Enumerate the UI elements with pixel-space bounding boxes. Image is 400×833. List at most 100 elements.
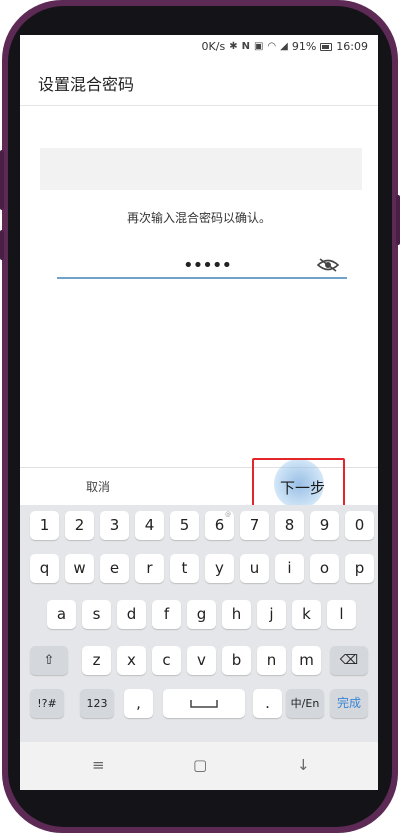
key-label: i [287,559,292,577]
key-v[interactable]: v [187,646,216,675]
key-label: 1 [39,516,50,534]
key-label: n [266,651,277,669]
key-g[interactable]: g [187,600,216,629]
key-7[interactable]: 7 [240,511,269,540]
key-label: k [302,605,311,623]
key-4[interactable]: 4 [135,511,164,540]
key-d[interactable]: d [117,600,146,629]
signal-icon: ◢ [280,41,288,52]
key-label: 8 [284,516,295,534]
key-label: c [162,651,171,669]
key-r[interactable]: r [135,554,164,583]
key-label: 0 [354,516,365,534]
volume-button [0,150,4,210]
key-label: h [231,605,242,623]
key-5[interactable]: 5 [170,511,199,540]
key-p[interactable]: p [345,554,374,583]
key-label: 3 [109,516,120,534]
key-h[interactable]: h [222,600,251,629]
key-label: f [163,605,170,623]
key-f[interactable]: f [152,600,181,629]
key-9[interactable]: 9 [310,511,339,540]
key-1[interactable]: 1 [30,511,59,540]
key-label: 9 [319,516,330,534]
numbers-key[interactable]: 123 [80,689,114,718]
key-3[interactable]: 3 [100,511,129,540]
key-label: e [109,559,120,577]
shift-key[interactable]: ⇧ [30,646,68,675]
key-label: y [215,559,224,577]
key-j[interactable]: j [257,600,286,629]
key-y[interactable]: y [205,554,234,583]
header-band [40,148,362,190]
key-8[interactable]: 8 [275,511,304,540]
key-label: j [269,605,274,623]
page-title: 设置混合密码 [38,75,135,94]
key-u[interactable]: u [240,554,269,583]
key-n[interactable]: n [257,646,286,675]
cancel-button[interactable]: 取消 [86,478,110,495]
key-b[interactable]: b [222,646,251,675]
backspace-key[interactable]: ⌫ [330,646,368,675]
key-l[interactable]: l [327,600,356,629]
key-0[interactable]: 0 [345,511,374,540]
key-m[interactable]: m [292,646,321,675]
key-label: a [56,605,67,623]
key-label: z [92,651,101,669]
key-label: b [231,651,242,669]
language-key[interactable]: 中/En [286,689,324,718]
confirm-prompt: 再次输入混合密码以确认。 [126,211,271,225]
key-s[interactable]: s [82,600,111,629]
key-i[interactable]: i [275,554,304,583]
show-password-icon[interactable] [317,257,339,273]
space-key[interactable] [163,689,245,718]
key-6[interactable]: 6 @ [205,511,234,540]
key-label: r [146,559,153,577]
key-label: 7 [249,516,260,534]
key-z[interactable]: z [82,646,111,675]
key-label: q [39,559,50,577]
bixby-button [0,230,4,260]
key-c[interactable]: c [152,646,181,675]
key-x[interactable]: x [117,646,146,675]
key-label: v [197,651,206,669]
vibrate-icon: ▣ [253,41,264,52]
key-q[interactable]: q [30,554,59,583]
battery-icon [320,42,333,51]
done-key[interactable]: 完成 [330,689,368,718]
comma-key[interactable]: , [124,689,153,718]
back-icon[interactable]: ↓ [297,756,310,774]
key-hint: @ [225,511,231,518]
title-divider [20,105,378,106]
key-k[interactable]: k [292,600,321,629]
recent-apps-icon[interactable]: ≡ [92,756,105,774]
key-label: 4 [144,516,155,534]
bluetooth-icon: ✱ [229,41,238,52]
key-label: x [127,651,136,669]
key-e[interactable]: e [100,554,129,583]
period-key[interactable]: . [253,689,282,718]
key-label: p [354,559,365,577]
key-label: w [73,559,86,577]
key-o[interactable]: o [310,554,339,583]
battery-percent: 91% [291,40,317,53]
key-w[interactable]: w [65,554,94,583]
keyboard: 1 2 3 4 5 6 @7 8 9 0 q w e r t y u i o p a s d f g h j k l z x c v b n m ⇧ … [20,505,378,742]
key-label: o [319,559,330,577]
key-label: 5 [179,516,190,534]
password-input[interactable]: ••••• [183,255,232,276]
key-label: 6 [214,516,225,534]
status-bar: 0K/s ✱ N ▣ ◠ ◢ 91% 16:09 [20,35,378,59]
wifi-icon: ◠ [267,41,277,52]
home-icon[interactable]: ▢ [193,756,207,774]
key-label: s [92,605,101,623]
key-t[interactable]: t [170,554,199,583]
key-label: m [299,651,314,669]
key-a[interactable]: a [47,600,76,629]
symbols-key[interactable]: !?# [30,689,64,718]
key-2[interactable]: 2 [65,511,94,540]
nfc-icon: N [241,41,250,52]
screen: 0K/s ✱ N ▣ ◠ ◢ 91% 16:09 设置混合密码 再次输入混合密码… [20,35,378,790]
password-underline [57,277,347,279]
phone-frame: 0K/s ✱ N ▣ ◠ ◢ 91% 16:09 设置混合密码 再次输入混合密码… [0,0,400,833]
